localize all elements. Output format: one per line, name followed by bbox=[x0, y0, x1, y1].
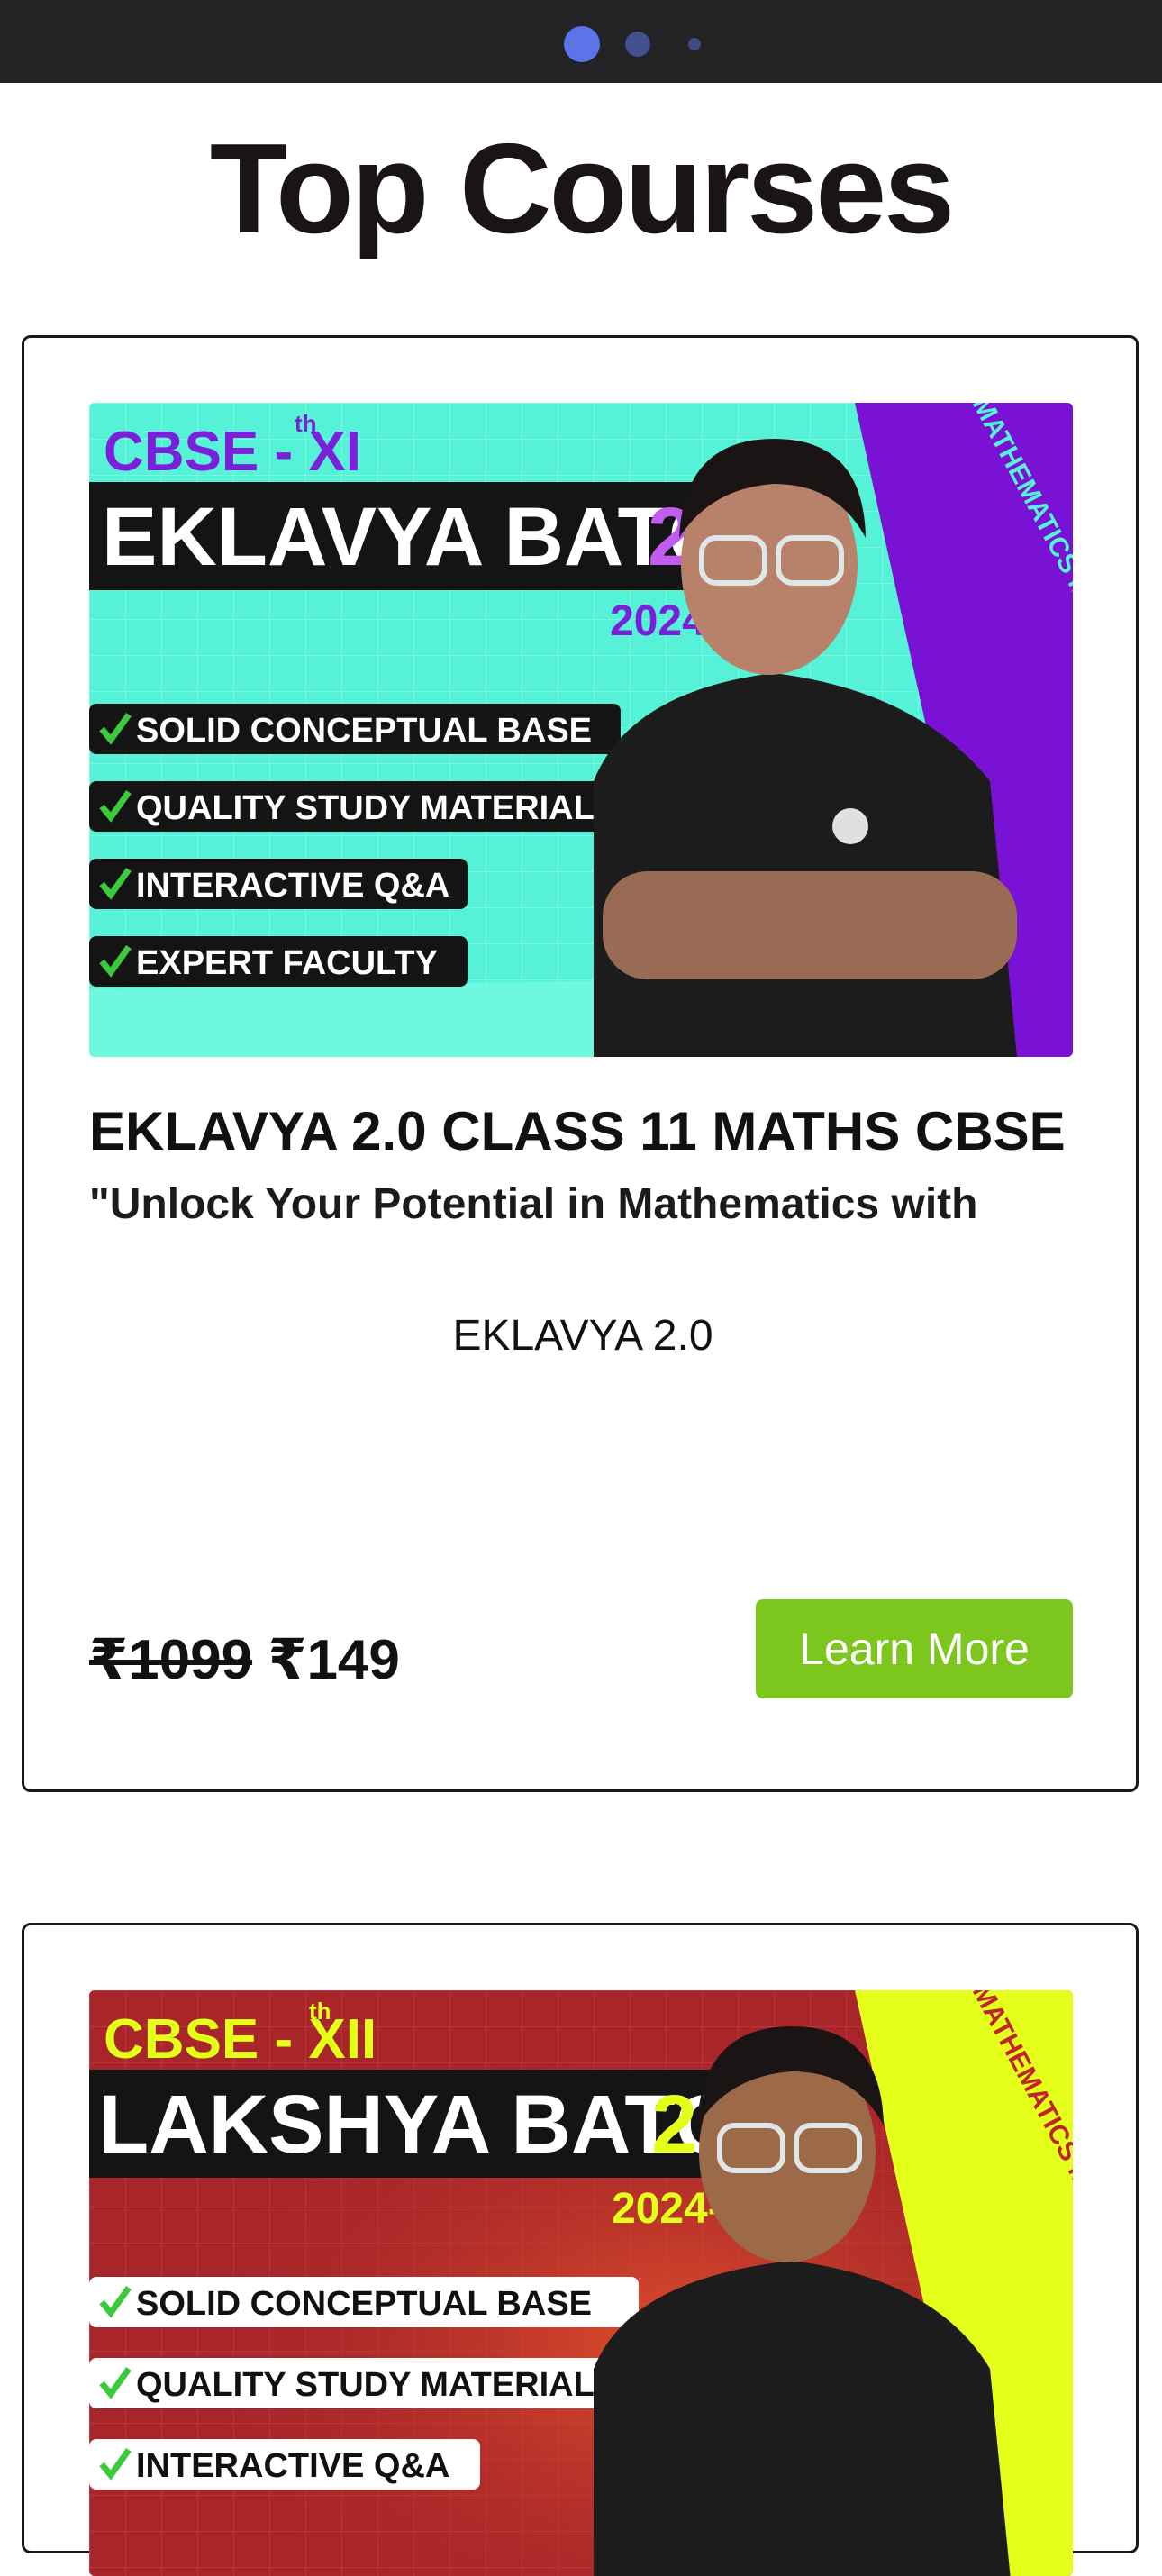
discounted-price: ₹149 bbox=[268, 1629, 400, 1691]
carousel-indicator-bar bbox=[0, 0, 1162, 83]
course-subtitle: EKLAVYA 2.0 bbox=[452, 1312, 713, 1360]
course-title: EKLAVYA 2.0 CLASS 11 MATHS CBSE bbox=[89, 1101, 1066, 1161]
page-title: Top Courses bbox=[209, 117, 955, 260]
svg-text:SOLID CONCEPTUAL BASE: SOLID CONCEPTUAL BASE bbox=[136, 712, 592, 750]
learn-more-button[interactable]: Learn More bbox=[756, 1599, 1073, 1698]
carousel-dot[interactable] bbox=[625, 32, 650, 57]
svg-text:INTERACTIVE Q&A: INTERACTIVE Q&A bbox=[136, 867, 449, 905]
banner-class-label: CBSE - XI bbox=[104, 421, 361, 483]
svg-text:QUALITY STUDY MATERIAL: QUALITY STUDY MATERIAL bbox=[136, 789, 595, 827]
original-price: ₹1099 bbox=[89, 1629, 253, 1691]
price-row: ₹1099 ₹149 bbox=[89, 1626, 400, 1692]
course-banner-image[interactable]: CBSE - XI th EKLAVYA BATCH 2.0 2024-25 S… bbox=[89, 403, 1073, 1057]
banner-class-sup: th bbox=[295, 410, 317, 437]
banner-class-label: CBSE - XII bbox=[104, 2008, 377, 2071]
svg-text:EXPERT FACULTY: EXPERT FACULTY bbox=[136, 944, 438, 982]
svg-text:SOLID CONCEPTUAL BASE: SOLID CONCEPTUAL BASE bbox=[136, 2285, 592, 2323]
carousel-dot[interactable] bbox=[688, 38, 701, 50]
carousel-dot-active[interactable] bbox=[564, 26, 600, 62]
banner-class-sup: th bbox=[309, 1998, 331, 2025]
course-card: CBSE - XII th LAKSHYA BATCH 2.0 2024-25 … bbox=[22, 1923, 1139, 2576]
course-banner-image[interactable]: CBSE - XII th LAKSHYA BATCH 2.0 2024-25 … bbox=[89, 1990, 1073, 2576]
course-description: "Unlock Your Potential in Mathematics wi… bbox=[89, 1180, 978, 1228]
svg-text:INTERACTIVE Q&A: INTERACTIVE Q&A bbox=[136, 2447, 449, 2485]
course-card: CBSE - XI th EKLAVYA BATCH 2.0 2024-25 S… bbox=[22, 335, 1139, 1792]
svg-text:QUALITY STUDY MATERIAL: QUALITY STUDY MATERIAL bbox=[136, 2366, 595, 2404]
